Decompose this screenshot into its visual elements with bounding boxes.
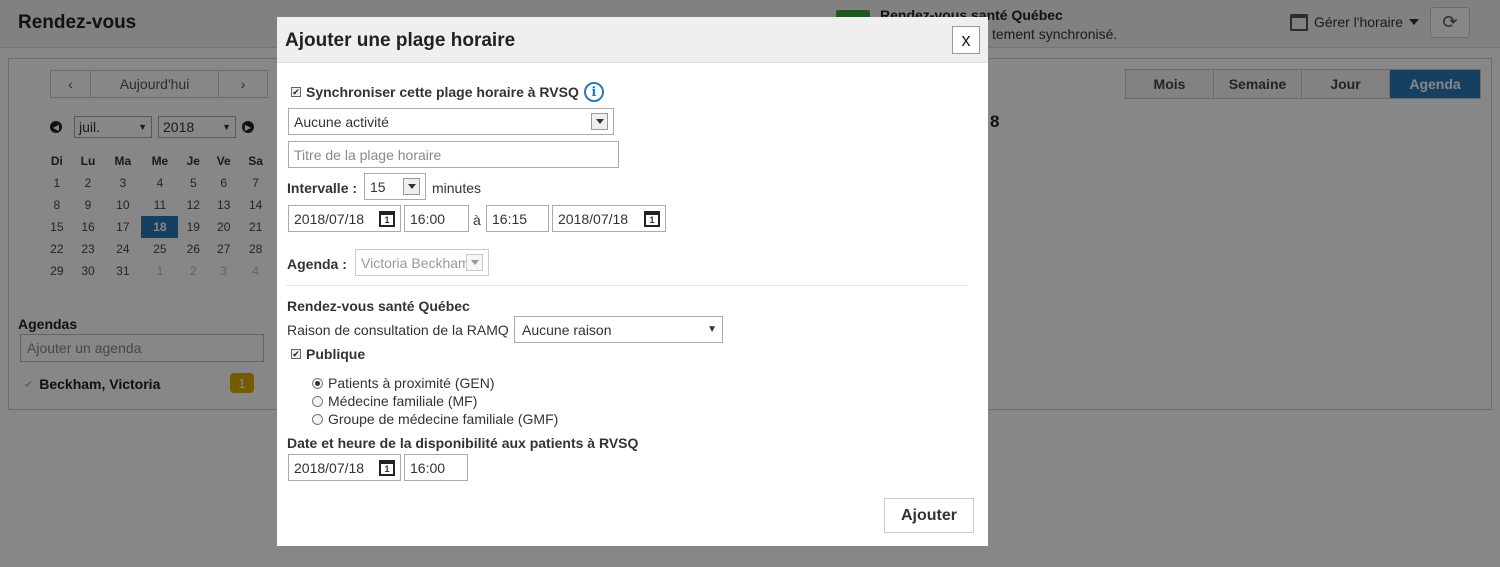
- ramq-reason-value: Aucune raison: [522, 321, 612, 338]
- radio-label: Patients à proximité (GEN): [328, 375, 495, 391]
- radio-gmf[interactable]: Groupe de médecine familiale (GMF): [312, 411, 558, 427]
- calendar-icon[interactable]: 1: [379, 210, 395, 227]
- public-checkbox[interactable]: ✔: [291, 349, 301, 359]
- interval-value: 15: [370, 178, 386, 195]
- interval-label: Intervalle :: [287, 180, 358, 196]
- sync-label: Synchroniser cette plage horaire à RVSQ: [306, 84, 579, 100]
- timeslot-title-input[interactable]: Titre de la plage horaire: [288, 141, 619, 168]
- agenda-value: Victoria Beckham: [361, 254, 467, 271]
- end-date-input[interactable]: 2018/07/18 1: [552, 205, 666, 232]
- availability-date-input[interactable]: 2018/07/18 1: [288, 454, 401, 481]
- radio-button[interactable]: [312, 395, 323, 407]
- agenda-select[interactable]: Victoria Beckham: [355, 249, 489, 276]
- public-label: Publique: [306, 346, 366, 362]
- modal-title: Ajouter une plage horaire: [285, 30, 516, 51]
- ramq-reason-select[interactable]: Aucune raison ▼: [514, 316, 723, 343]
- activity-value: Aucune activité: [294, 113, 389, 130]
- rvsq-heading: Rendez-vous santé Québec: [287, 298, 470, 314]
- interval-select[interactable]: 15: [364, 173, 426, 200]
- availability-date-value: 2018/07/18: [294, 459, 365, 476]
- section-divider: [286, 285, 968, 286]
- end-date-value: 2018/07/18: [558, 210, 629, 227]
- dropdown-arrow-icon: ▼: [707, 324, 717, 335]
- end-time-input[interactable]: 16:15: [486, 205, 549, 232]
- activity-select[interactable]: Aucune activité: [288, 108, 614, 135]
- dropdown-arrow-icon: [403, 178, 420, 195]
- to-label: à: [473, 212, 481, 228]
- radio-mf[interactable]: Médecine familiale (MF): [312, 393, 477, 409]
- close-button[interactable]: x: [952, 26, 980, 54]
- availability-time-input[interactable]: 16:00: [404, 454, 468, 481]
- interval-unit: minutes: [432, 180, 482, 196]
- ramq-label: Raison de consultation de la RAMQ :: [287, 322, 517, 338]
- start-date-value: 2018/07/18: [294, 210, 365, 227]
- calendar-icon[interactable]: 1: [644, 210, 660, 227]
- start-time-input[interactable]: 16:00: [404, 205, 469, 232]
- agenda-label: Agenda :: [287, 256, 347, 272]
- info-icon[interactable]: i: [583, 82, 604, 102]
- dropdown-arrow-icon: [591, 113, 608, 130]
- radio-label: Groupe de médecine familiale (GMF): [328, 411, 559, 427]
- radio-gen[interactable]: Patients à proximité (GEN): [312, 375, 495, 391]
- calendar-icon[interactable]: 1: [379, 459, 395, 476]
- start-date-input[interactable]: 2018/07/18 1: [288, 205, 401, 232]
- public-checkbox-row: ✔ Publique: [291, 346, 365, 362]
- dropdown-arrow-icon: [466, 254, 483, 271]
- modal-header: Ajouter une plage horaire x: [277, 17, 988, 63]
- sync-checkbox-row: ✔ Synchroniser cette plage horaire à RVS…: [291, 82, 604, 102]
- radio-button[interactable]: [312, 377, 323, 389]
- radio-button[interactable]: [312, 413, 323, 425]
- radio-label: Médecine familiale (MF): [328, 393, 478, 409]
- sync-checkbox[interactable]: ✔: [291, 87, 301, 97]
- add-button[interactable]: Ajouter: [884, 498, 974, 533]
- availability-heading: Date et heure de la disponibilité aux pa…: [287, 435, 639, 451]
